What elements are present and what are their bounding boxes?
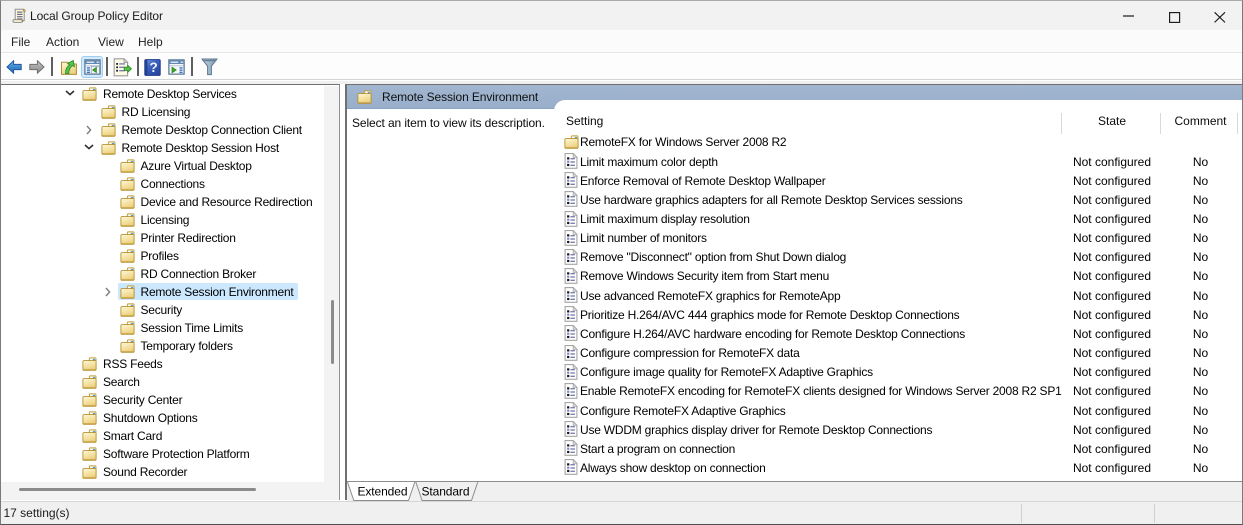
svg-text:Extended: Extended [358,485,408,499]
svg-text:?: ? [149,60,157,75]
svg-text:Standard: Standard [422,485,470,499]
